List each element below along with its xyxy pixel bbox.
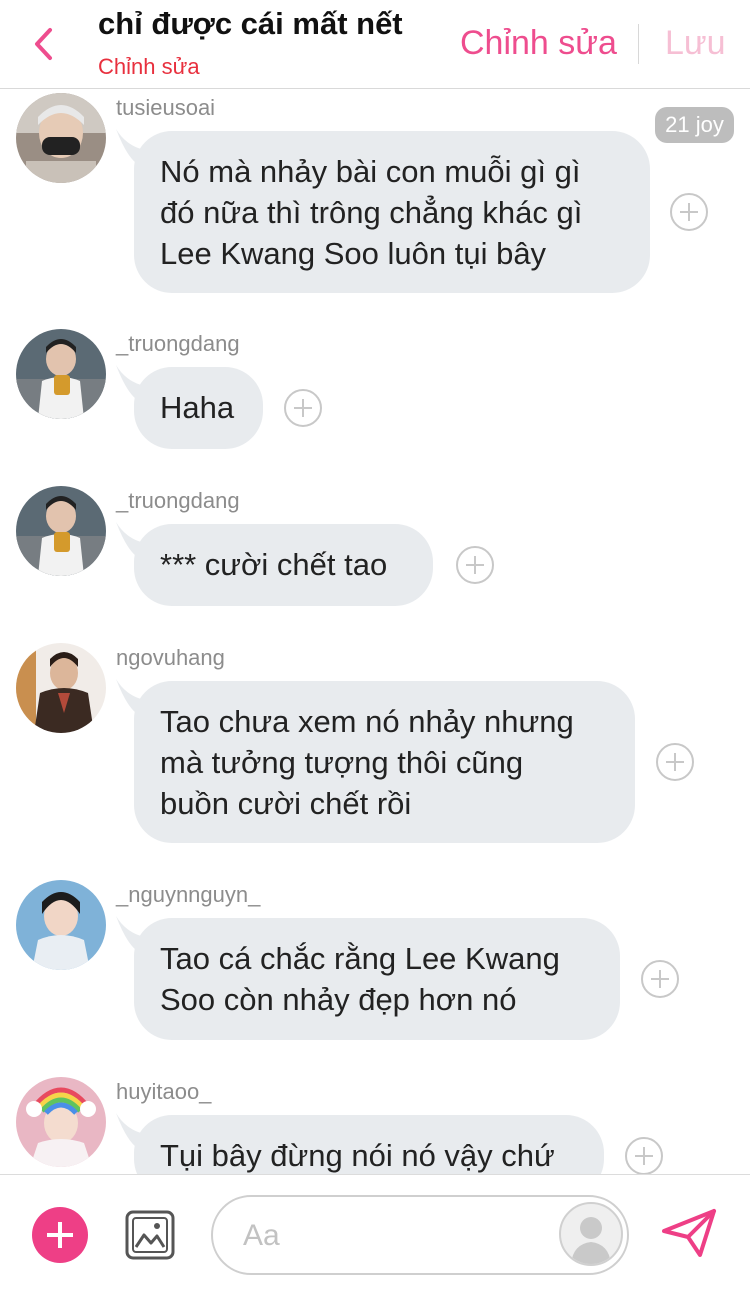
message-bubble[interactable]: Haha <box>134 367 263 449</box>
avatar[interactable] <box>16 93 106 183</box>
add-reaction-button[interactable] <box>456 546 494 584</box>
message-input-box <box>211 1195 629 1275</box>
message-username[interactable]: tusieusoai <box>116 95 215 121</box>
message-bubble[interactable]: *** cười chết tao <box>134 524 433 606</box>
add-attachment-button[interactable] <box>32 1207 88 1263</box>
message-bubble[interactable]: Tao cá chắc rằng Lee Kwang Soo còn nhảy … <box>134 918 620 1040</box>
avatar[interactable] <box>16 1077 106 1167</box>
send-button[interactable] <box>660 1207 718 1264</box>
message-username[interactable]: _truongdang <box>116 331 240 357</box>
save-button[interactable]: Lưu <box>665 24 726 63</box>
user-icon <box>571 1217 611 1264</box>
message-username[interactable]: huyitaoo_ <box>116 1079 211 1105</box>
add-reaction-button[interactable] <box>670 193 708 231</box>
edit-button[interactable]: Chỉnh sửa <box>460 24 617 63</box>
add-reaction-button[interactable] <box>656 743 694 781</box>
my-avatar[interactable] <box>559 1202 623 1266</box>
back-button[interactable] <box>26 22 66 66</box>
avatar[interactable] <box>16 643 106 733</box>
image-icon <box>125 1210 175 1260</box>
message-username[interactable]: ngovuhang <box>116 645 225 671</box>
header-divider <box>638 24 639 64</box>
add-reaction-button[interactable] <box>284 389 322 427</box>
chevron-left-icon <box>35 28 52 60</box>
joy-count-badge: 21 joy <box>655 107 734 143</box>
message-bubble[interactable]: Tụi bây đừng nói nó vậy chứ <box>134 1115 604 1174</box>
message-bubble[interactable]: Nó mà nhảy bài con muỗi gì gì đó nữa thì… <box>134 131 650 293</box>
message-username[interactable]: _nguynnguyn_ <box>116 882 260 908</box>
message-bubble[interactable]: Tao chưa xem nó nhảy nhưng mà tưởng tượn… <box>134 681 635 843</box>
composer-bar <box>0 1174 750 1295</box>
avatar[interactable] <box>16 880 106 970</box>
avatar[interactable] <box>16 329 106 419</box>
message-username[interactable]: _truongdang <box>116 488 240 514</box>
chat-subtitle[interactable]: Chỉnh sửa <box>98 54 200 80</box>
send-icon <box>662 1209 716 1257</box>
message-input[interactable] <box>241 1211 545 1261</box>
add-reaction-button[interactable] <box>641 960 679 998</box>
chat-header: chỉ được cái mất nết Chỉnh sửa Chỉnh sửa… <box>0 0 750 89</box>
chat-title: chỉ được cái mất nết <box>98 6 403 41</box>
image-button[interactable] <box>124 1209 176 1266</box>
avatar[interactable] <box>16 486 106 576</box>
add-reaction-button[interactable] <box>625 1137 663 1174</box>
message-list[interactable]: tusieusoai Nó mà nhảy bài con muỗi gì gì… <box>0 89 750 1174</box>
